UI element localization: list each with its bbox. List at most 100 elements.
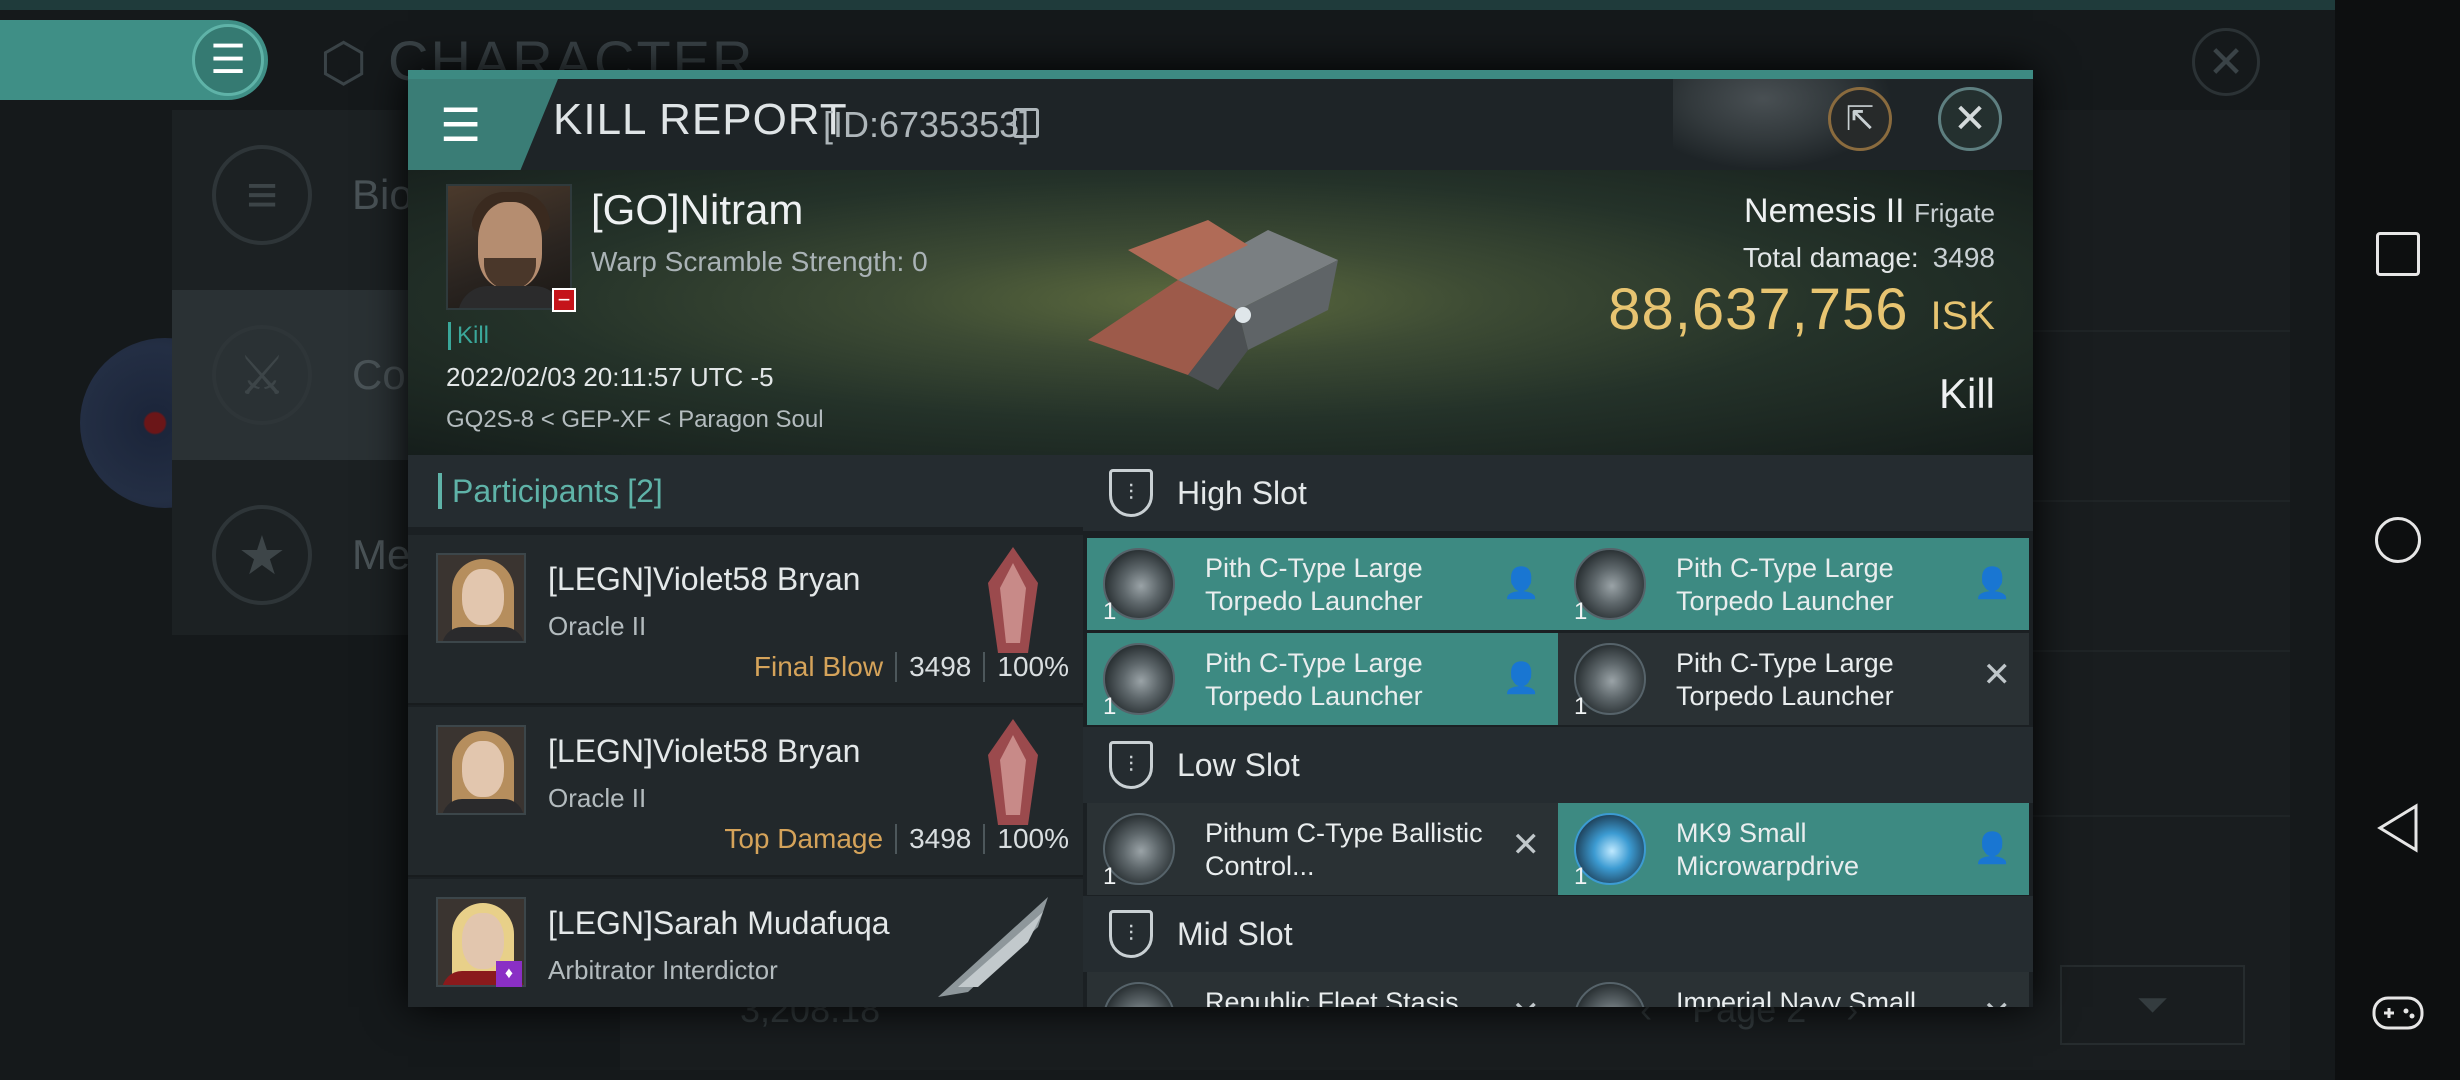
low-slot-header: ⫶ Low Slot (1083, 727, 2033, 803)
total-damage-value: 3498 (1932, 242, 1995, 273)
module-name: Pithum C-Type Ballistic Control... (1205, 818, 1483, 881)
close-icon: ✕ (1953, 97, 1987, 141)
module-item[interactable]: 1 Pith C-Type Large Torpedo Launcher 👤 (1087, 538, 1558, 630)
participant-ship: Oracle II (548, 783, 647, 813)
participant-ship: Oracle II (548, 611, 647, 641)
fitted-person-icon: 👤 (1502, 662, 1540, 695)
victim-name[interactable]: [GO]Nitram (591, 186, 803, 234)
background-filter-button[interactable]: ⏷ (2060, 965, 2245, 1045)
slot-title: Mid Slot (1177, 915, 1293, 952)
ship-name-text: Nemesis II (1744, 192, 1905, 230)
participant-ship: Arbitrator Interdictor (548, 955, 778, 985)
participant-ship-image (938, 897, 1048, 997)
hamburger-icon: ☰ (440, 98, 482, 151)
module-item[interactable]: 1 Pithum C-Type Ballistic Control... ✕ (1087, 803, 1558, 895)
participant-row[interactable]: ♦ [LEGN]Sarah Mudafuqa Arbitrator Interd… (408, 879, 1083, 1007)
ship-name: Nemesis II Frigate (1744, 192, 1995, 231)
module-item[interactable]: 1 Pith C-Type Large Torpedo Launcher ✕ (1558, 633, 2029, 725)
module-name: Pith C-Type Large Torpedo Launcher (1676, 648, 1894, 711)
dialog-title: KILL REPORT (553, 95, 848, 144)
participant-damage: 3498 (909, 823, 972, 854)
menu-icon: ≡ (212, 145, 312, 245)
final-blow-label: Final Blow (753, 651, 884, 682)
kill-location[interactable]: GQ2S-8 < GEP-XF < Paragon Soul (446, 406, 824, 434)
module-qty: 1 (1103, 693, 1117, 720)
character-icon: ⬡ (320, 32, 370, 93)
external-link-icon: ⇱ (1845, 100, 1875, 138)
participant-portrait (436, 725, 526, 815)
ship-class: Frigate (1914, 198, 1995, 228)
share-button[interactable]: ⇱ (1828, 87, 1892, 151)
participants-count: [2] (627, 472, 663, 509)
copy-icon[interactable] (1013, 108, 1039, 138)
participant-stats: Final Blow 3498 100% (754, 651, 1069, 683)
module-item[interactable]: 1Republic Fleet Stasis✕ (1087, 972, 1558, 1007)
destroyed-x-icon: ✕ (1982, 656, 2012, 694)
destroyed-x-icon: ✕ (1983, 994, 2012, 1007)
filter-icon: ⏷ (2136, 982, 2169, 1027)
module-qty: 1 (1574, 598, 1588, 625)
slot-title: Low Slot (1177, 746, 1300, 783)
destroyed-x-icon: ✕ (1512, 994, 1541, 1007)
role-badge-icon: ♦ (496, 961, 522, 987)
participant-row[interactable]: [LEGN]Violet58 Bryan Oracle II Final Blo… (408, 535, 1083, 705)
isk-amount: 88,637,756 (1608, 277, 1909, 342)
participants-title: Participants (452, 472, 620, 509)
participant-stats: Top Damage 3498 100% (724, 823, 1069, 855)
isk-value: 88,637,756 ISK (1608, 276, 1995, 343)
participant-name: [LEGN]Violet58 Bryan (548, 733, 861, 769)
module-qty: 1 (1574, 863, 1588, 890)
fitted-person-icon: 👤 (1973, 567, 2011, 600)
high-slot-header: ⫶ High Slot (1083, 455, 2033, 531)
participant-damage: 3498 (909, 651, 972, 682)
back-icon[interactable] (2370, 800, 2426, 856)
victim-ship-image (1088, 220, 1338, 390)
low-slot-icon: ⫶ (1109, 741, 1153, 789)
sidebar-item-label: Bio (352, 171, 413, 218)
top-stripe (0, 0, 2335, 10)
module-item[interactable]: 1 Pith C-Type Large Torpedo Launcher 👤 (1558, 538, 2029, 630)
kill-result: Kill (1938, 370, 1995, 417)
module-item[interactable]: 1 Pith C-Type Large Torpedo Launcher 👤 (1087, 633, 1558, 725)
participants-panel: Participants [2] [LEGN]Violet58 Bryan Ora… (408, 455, 1083, 1007)
kill-report-dialog: ☰ KILL REPORT [ID:6735353] ⇱ ✕ − [GO]Nit… (408, 70, 2033, 1007)
close-button[interactable]: ✕ (1938, 87, 2002, 151)
slot-title: High Slot (1177, 474, 1307, 511)
background-menu-button[interactable]: ☰ (0, 20, 268, 100)
app-root: { "background": { "screen_title": "CHARA… (0, 0, 2460, 1080)
total-damage: Total damage: 3498 (1743, 242, 1995, 274)
medal-icon: ★ (212, 505, 312, 605)
hamburger-icon: ☰ (192, 24, 264, 96)
background-close-button[interactable]: ✕ (2192, 28, 2260, 96)
participant-row[interactable]: [LEGN]Violet58 Bryan Oracle II Top Damag… (408, 707, 1083, 877)
participant-percent: 100% (997, 651, 1069, 682)
participant-portrait (436, 553, 526, 643)
gamepad-icon[interactable] (2370, 985, 2426, 1041)
module-name: Pith C-Type Large Torpedo Launcher (1205, 648, 1423, 711)
kill-tag: Kill (448, 322, 489, 350)
module-qty: 1 (1574, 693, 1588, 720)
module-name: Imperial Navy Small (1676, 987, 1917, 1007)
module-qty: 1 (1103, 863, 1117, 890)
victim-banner: − [GO]Nitram Warp Scramble Strength: 0 K… (408, 170, 2033, 455)
warp-scramble-strength: Warp Scramble Strength: 0 (591, 246, 928, 277)
mid-slot-header: ⫶ Mid Slot (1083, 896, 2033, 972)
fitted-person-icon: 👤 (1502, 567, 1540, 600)
participant-name: [LEGN]Violet58 Bryan (548, 561, 861, 597)
high-slot-icon: ⫶ (1109, 469, 1153, 517)
module-name: MK9 Small Microwarpdrive (1676, 818, 1860, 881)
participant-percent: 100% (997, 823, 1069, 854)
module-item[interactable]: 1Imperial Navy Small✕ (1558, 972, 2029, 1007)
recent-apps-icon[interactable] (2370, 226, 2426, 282)
module-qty: 1 (1103, 598, 1117, 625)
navy-module-icon (1574, 982, 1646, 1007)
isk-unit: ISK (1930, 294, 1995, 338)
fitting-panel: ⫶ High Slot 1 Pith C-Type Large Torpedo La… (1083, 455, 2033, 1007)
top-damage-label: Top Damage (724, 823, 884, 854)
kill-timestamp: 2022/02/03 20:11:57 UTC -5 (446, 362, 774, 392)
module-item[interactable]: 1 MK9 Small Microwarpdrive 👤 (1558, 803, 2029, 895)
module-name: Pith C-Type Large Torpedo Launcher (1205, 553, 1423, 616)
dialog-accent-line (408, 70, 2033, 79)
mid-slot-icon: ⫶ (1109, 910, 1153, 958)
home-icon[interactable] (2370, 512, 2426, 568)
